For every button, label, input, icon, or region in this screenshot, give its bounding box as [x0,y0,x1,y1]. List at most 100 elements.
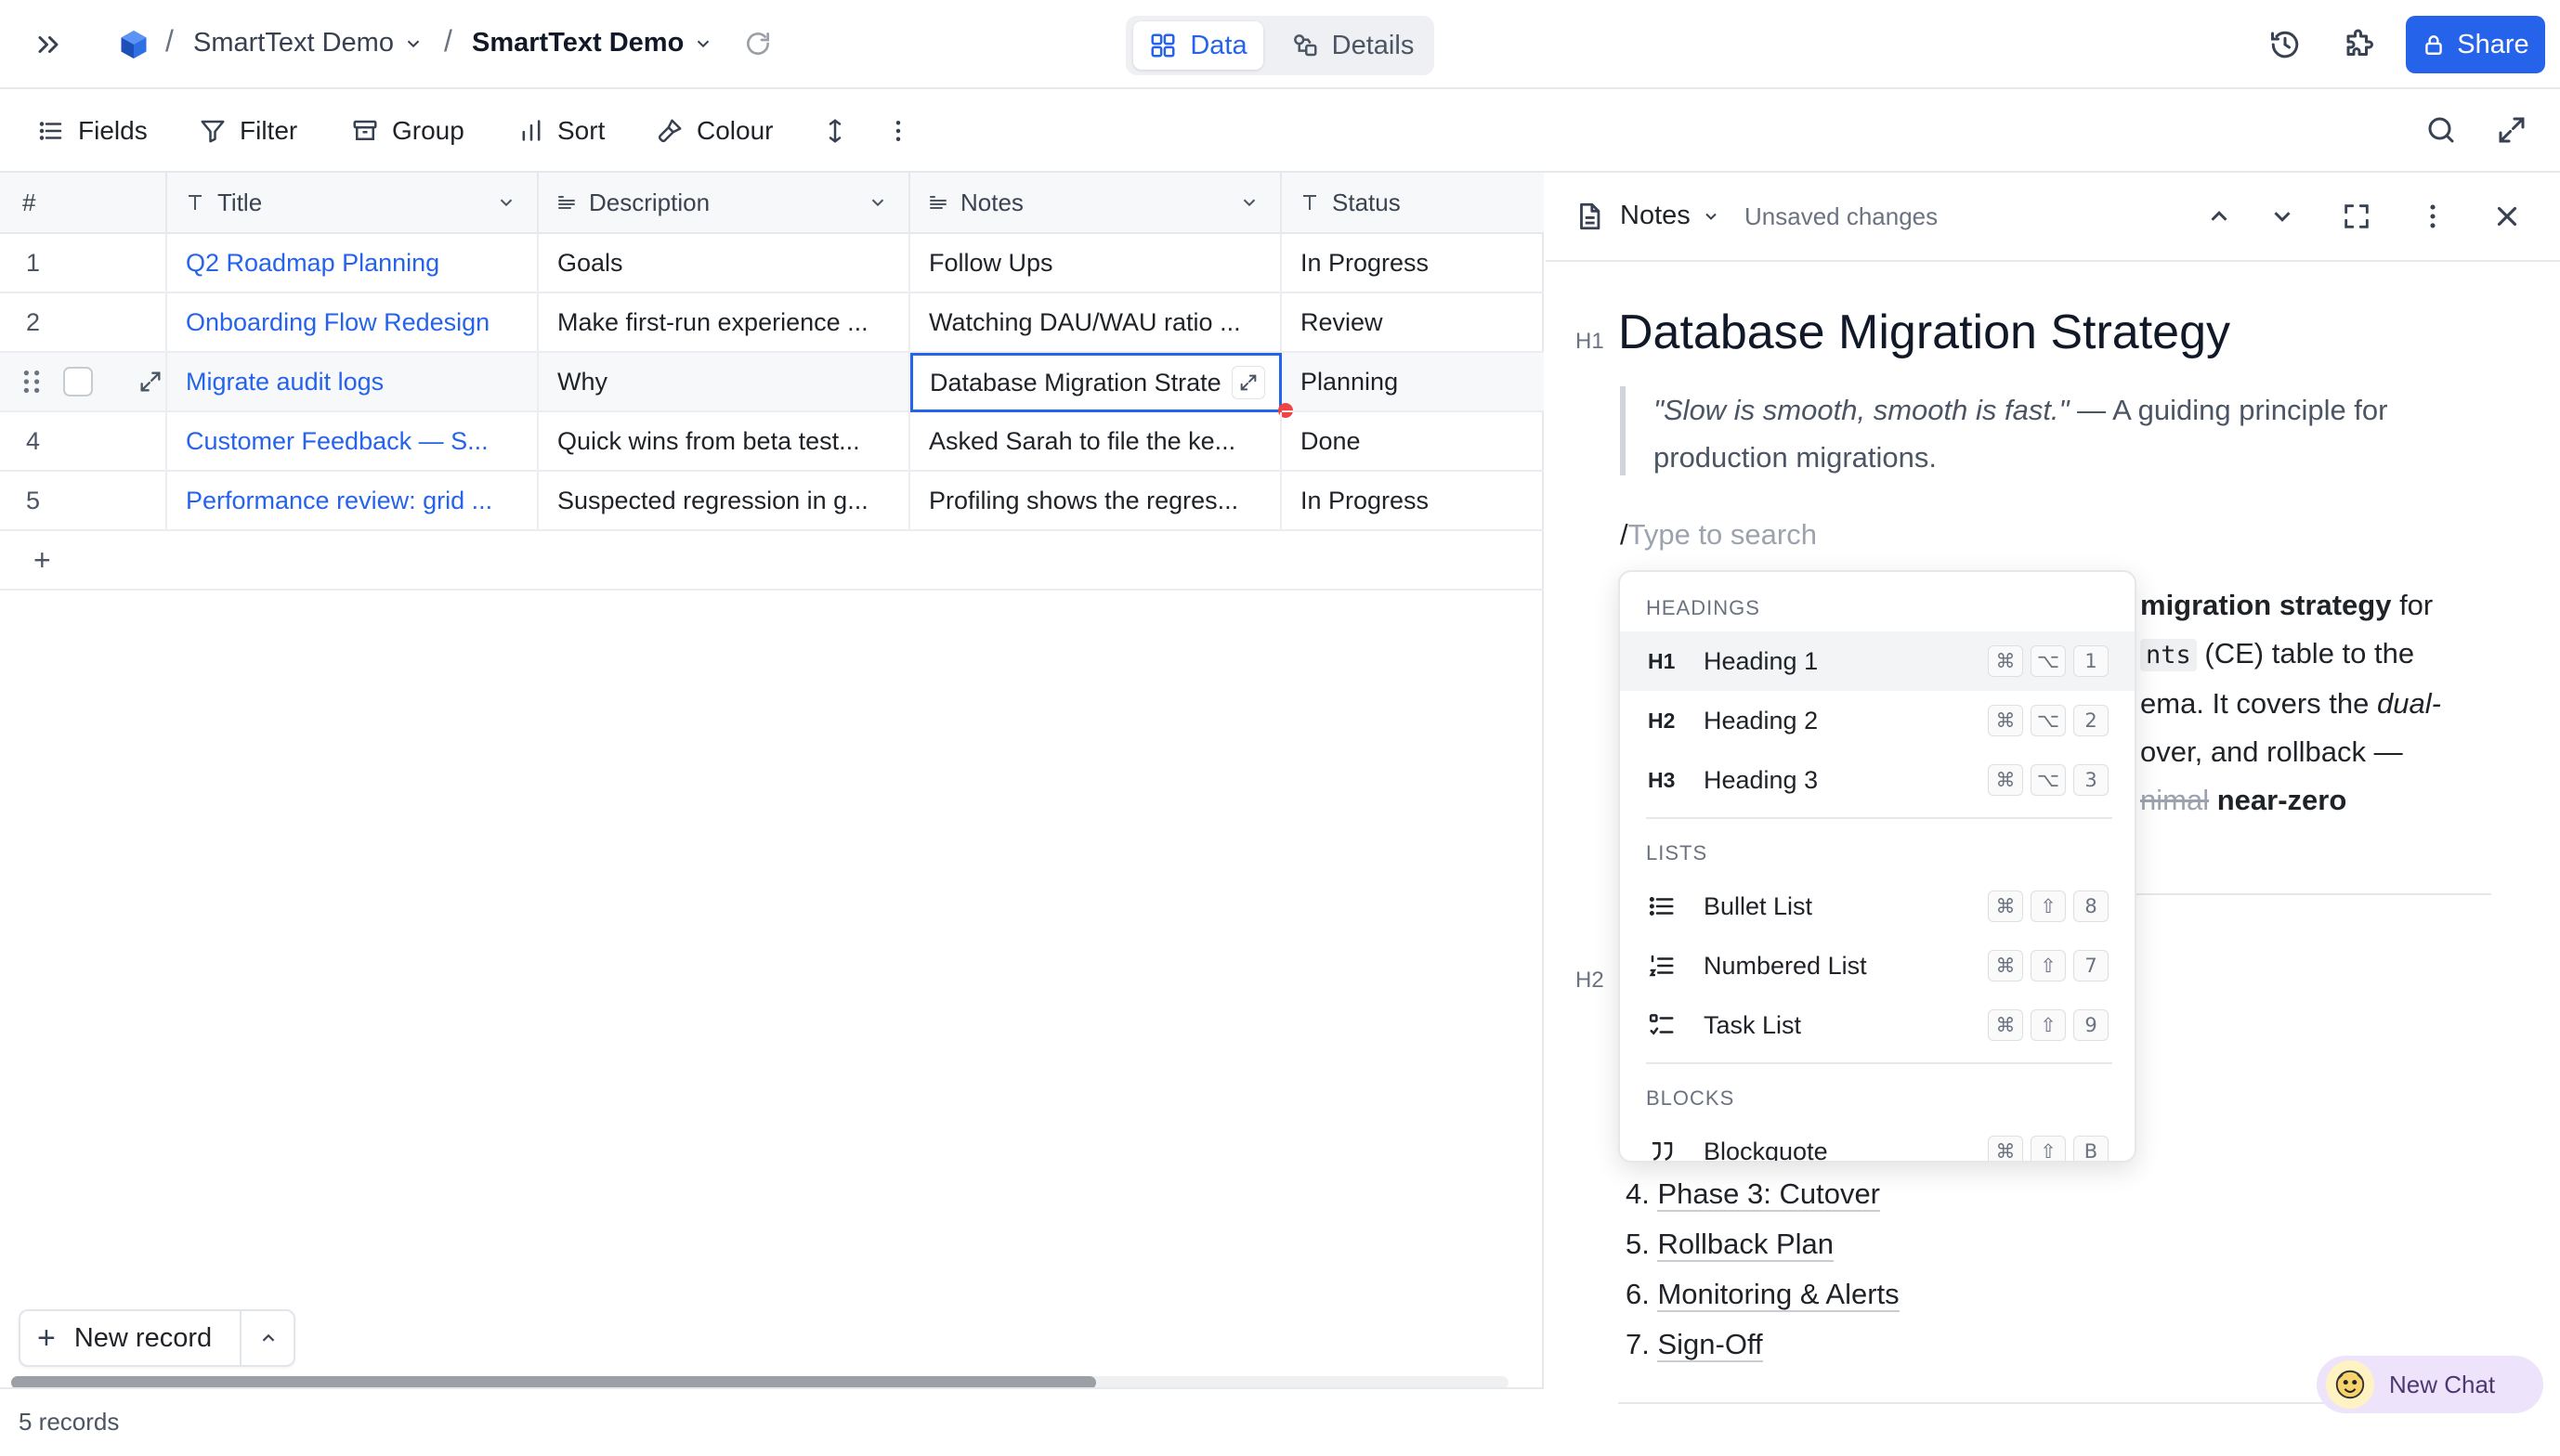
outline-link[interactable]: Monitoring & Alerts [1657,1278,1900,1312]
panel-more-icon[interactable] [2417,201,2449,232]
notes-cell[interactable]: Watching DAU/WAU ratio ... [910,293,1282,353]
menu-item-bullet-list[interactable]: Bullet List ⌘ ⇧ 8 [1620,877,2135,936]
search-icon[interactable] [2424,113,2458,147]
close-icon[interactable] [2491,201,2523,232]
description-cell[interactable]: Make first-run experience ... [539,293,910,353]
colour-button[interactable]: Colour [656,105,773,157]
breadcrumb-table[interactable]: SmartText Demo [472,28,713,58]
body-line-1: migration strategy for [2140,581,2549,630]
slash-char: / [1620,518,1628,551]
column-header-description[interactable]: Description [539,173,910,234]
table-row[interactable]: 4 Customer Feedback — S... Quick wins fr… [0,412,1544,472]
menu-item-task-list[interactable]: Task List ⌘ ⇧ 9 [1620,995,2135,1055]
menu-item-blockquote[interactable]: Blockquote ⌘ ⇧ B [1620,1122,2135,1161]
status-cell[interactable]: In Progress [1282,472,1544,531]
document-title[interactable]: Database Migration Strategy [1618,305,2230,360]
notes-cell-active[interactable]: Database Migration Strate [910,353,1282,412]
add-row-button[interactable]: + [0,531,1544,591]
outline-item[interactable]: 4. Phase 3: Cutover [1626,1177,1881,1212]
description-cell[interactable]: Why [539,353,910,412]
column-header-number[interactable]: # [0,173,167,234]
filter-button[interactable]: Filter [199,105,297,157]
menu-item-heading-3[interactable]: H3 Heading 3 ⌘ ⌥ 3 [1620,750,2135,810]
shortcut: ⌘ ⇧ 8 [1988,890,2109,922]
status-cell[interactable]: Done [1282,412,1544,472]
fullscreen-icon[interactable] [2495,113,2528,147]
colour-button-label: Colour [697,116,774,145]
add-row-label: + [33,542,51,577]
history-icon[interactable] [2268,28,2302,61]
menu-item-heading-1[interactable]: H1 Heading 1 ⌘ ⌥ 1 [1620,631,2135,691]
table-row[interactable]: 2 Onboarding Flow Redesign Make first-ru… [0,293,1544,353]
column-header-notes[interactable]: Notes [910,173,1282,234]
column-header-notes-label: Notes [960,188,1024,216]
outline-link[interactable]: Sign-Off [1657,1328,1763,1362]
notes-cell[interactable]: Follow Ups [910,234,1282,293]
notes-cell[interactable]: Profiling shows the regres... [910,472,1282,531]
breadcrumb-workspace[interactable]: SmartText Demo [193,28,424,58]
field-selector-label: Notes [1620,201,1691,230]
table-row[interactable]: 1 Q2 Roadmap Planning Goals Follow Ups I… [0,234,1544,293]
expand-sidebar-icon[interactable] [32,28,65,61]
column-header-status[interactable]: Status [1282,173,1544,234]
menu-item-numbered-list[interactable]: Numbered List ⌘ ⇧ 7 [1620,936,2135,995]
outline-number: 6. [1626,1278,1650,1310]
previous-record-icon[interactable] [2205,202,2233,230]
new-record-button[interactable]: + New record [19,1309,295,1367]
row-checkbox[interactable] [63,367,93,396]
outline-item[interactable]: 6. Monitoring & Alerts [1626,1278,1900,1312]
refresh-icon[interactable] [743,29,773,58]
status-cell[interactable]: Planning [1282,353,1544,412]
view-tab-details[interactable]: Details [1274,21,1430,70]
new-record-options[interactable] [240,1311,295,1365]
sort-button[interactable]: Sort [518,105,605,157]
next-record-icon[interactable] [2268,202,2296,230]
outline-link[interactable]: Rollback Plan [1657,1228,1835,1262]
status-cell[interactable]: Review [1282,293,1544,353]
row-height-icon[interactable] [821,115,849,147]
group-button[interactable]: Group [351,105,464,157]
extensions-icon[interactable] [2343,28,2376,61]
description-cell[interactable]: Quick wins from beta test... [539,412,910,472]
outline-item[interactable]: 7. Sign-Off [1626,1328,1763,1362]
title-cell[interactable]: Onboarding Flow Redesign [167,293,539,353]
field-selector[interactable]: Notes [1620,201,1720,231]
menu-item-label: Heading 3 [1704,765,1819,794]
column-header-number-label: # [22,188,36,216]
body-paragraph[interactable]: migration strategy for nts (CE) table to… [2140,581,2549,825]
title-cell[interactable]: Migrate audit logs [167,353,539,412]
slash-command-menu: HEADINGS H1 Heading 1 ⌘ ⌥ 1 H2 Heading 2 ⌘… [1618,570,2136,1163]
sort-icon [522,120,541,141]
title-cell[interactable]: Performance review: grid ... [167,472,539,531]
shift-key: ⇧ [2031,1136,2066,1161]
row-number: 2 [0,293,167,353]
bot-icon [2335,1370,2365,1399]
document-icon [1580,202,1600,230]
view-tab-data[interactable]: Data [1133,21,1263,70]
share-button[interactable]: Share [2406,16,2545,73]
fields-button[interactable]: Fields [37,105,148,157]
table-row[interactable]: Migrate audit logs Why Database Migratio… [0,353,1544,418]
outline-link[interactable]: Phase 3: Cutover [1657,1177,1881,1212]
outline-item[interactable]: 5. Rollback Plan [1626,1228,1835,1262]
plus-icon: + [37,1320,56,1356]
drag-handle-icon[interactable] [20,368,43,396]
column-header-title[interactable]: Title [167,173,539,234]
more-options-icon[interactable] [884,115,912,147]
description-cell[interactable]: Goals [539,234,910,293]
fields-button-label: Fields [78,116,148,145]
menu-item-heading-2[interactable]: H2 Heading 2 ⌘ ⌥ 2 [1620,691,2135,750]
notes-cell[interactable]: Asked Sarah to file the ke... [910,412,1282,472]
table-row[interactable]: 5 Performance review: grid ... Suspected… [0,472,1544,531]
expand-record-icon[interactable] [137,369,163,395]
new-chat-button[interactable]: New Chat [2317,1356,2543,1413]
description-cell[interactable]: Suspected regression in g... [539,472,910,531]
status-cell[interactable]: In Progress [1282,234,1544,293]
maximize-icon[interactable] [2341,201,2372,232]
title-cell[interactable]: Customer Feedback — S... [167,412,539,472]
slash-command-input[interactable]: /Type to search [1620,518,1817,552]
expand-cell-icon[interactable] [1232,366,1265,399]
shortcut: ⌘ ⌥ 1 [1988,645,2109,677]
blockquote[interactable]: "Slow is smooth, smooth is fast." — A gu… [1620,386,2530,475]
title-cell[interactable]: Q2 Roadmap Planning [167,234,539,293]
